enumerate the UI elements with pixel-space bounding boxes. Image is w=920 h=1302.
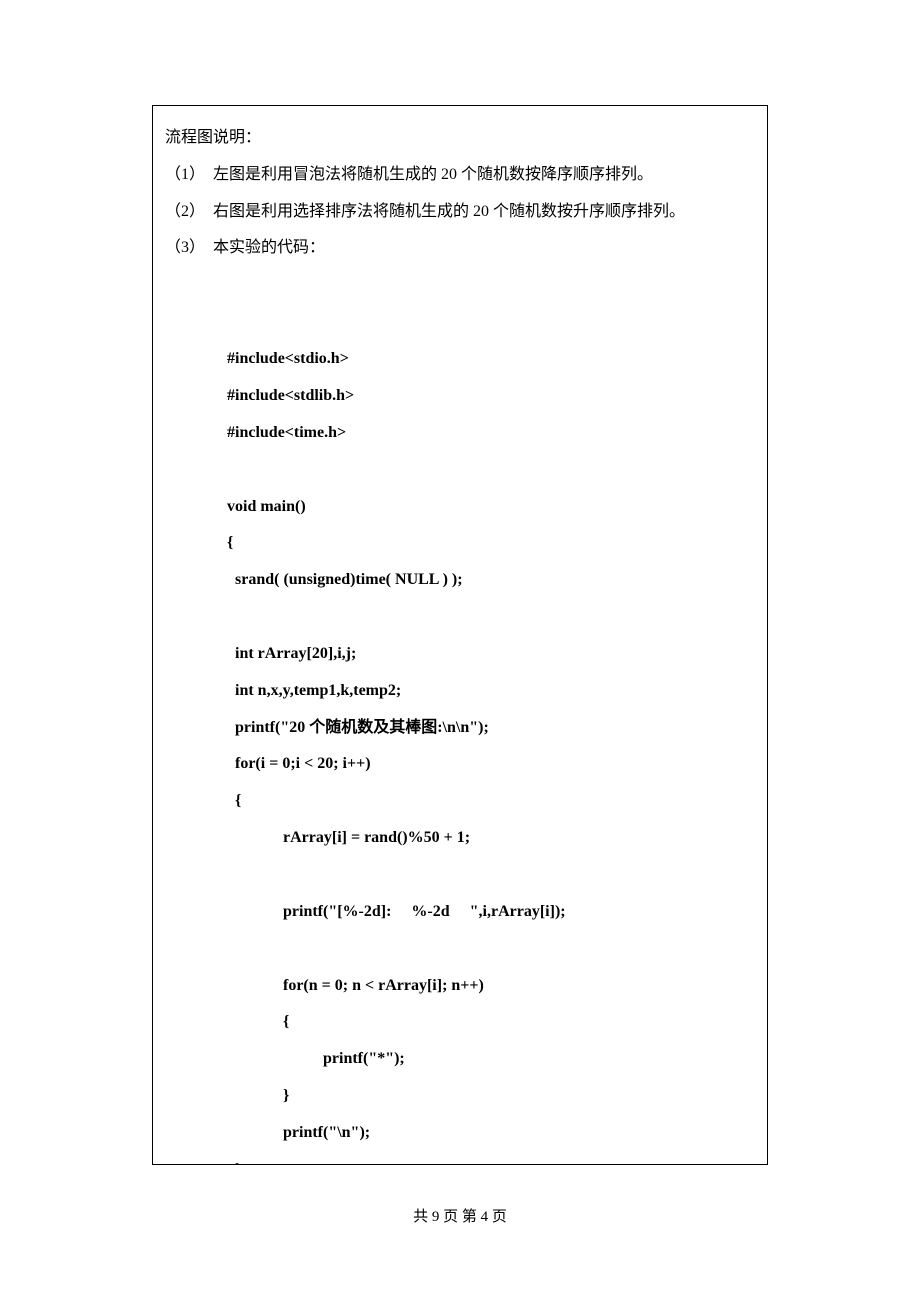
code-line: int n,x,y,temp1,k,temp2; — [165, 673, 755, 710]
page-footer: 共 9 页 第 4 页 — [0, 1200, 920, 1235]
item-text: 右图是利用选择排序法将随机生成的 20 个随机数按升序顺序排列。 — [213, 203, 685, 220]
item-number: （1） — [165, 157, 213, 194]
spacer — [165, 267, 755, 341]
code-line: #include<time.h> — [165, 415, 755, 452]
code-line: for(i = 0;i < 20; i++) — [165, 746, 755, 783]
item-text: 本实验的代码： — [213, 239, 325, 256]
item-number: （2） — [165, 194, 213, 231]
code-line: printf("*"); — [165, 1041, 755, 1078]
code-line: { — [165, 525, 755, 562]
spacer — [165, 931, 755, 968]
code-line: srand( (unsigned)time( NULL ) ); — [165, 562, 755, 599]
list-item-1: （1）左图是利用冒泡法将随机生成的 20 个随机数按降序顺序排列。 — [165, 157, 755, 194]
code-line: { — [165, 783, 755, 820]
spacer — [165, 599, 755, 636]
code-line: int rArray[20],i,j; — [165, 636, 755, 673]
code-line: } — [165, 1152, 755, 1165]
code-line: printf("20 个随机数及其棒图:\n\n"); — [165, 710, 755, 747]
code-line: { — [165, 1004, 755, 1041]
code-line: rArray[i] = rand()%50 + 1; — [165, 820, 755, 857]
code-line: #include<stdlib.h> — [165, 378, 755, 415]
code-line: #include<stdio.h> — [165, 341, 755, 378]
item-text: 左图是利用冒泡法将随机生成的 20 个随机数按降序顺序排列。 — [213, 166, 653, 183]
code-line: void main() — [165, 489, 755, 526]
flowchart-heading: 流程图说明： — [165, 120, 755, 157]
list-item-3: （3）本实验的代码： — [165, 230, 755, 267]
code-line: for(n = 0; n < rArray[i]; n++) — [165, 968, 755, 1005]
document-page: 流程图说明： （1）左图是利用冒泡法将随机生成的 20 个随机数按降序顺序排列。… — [152, 105, 768, 1165]
list-item-2: （2）右图是利用选择排序法将随机生成的 20 个随机数按升序顺序排列。 — [165, 194, 755, 231]
code-line: printf("\n"); — [165, 1115, 755, 1152]
spacer — [165, 452, 755, 489]
code-line: } — [165, 1078, 755, 1115]
spacer — [165, 857, 755, 894]
item-number: （3） — [165, 230, 213, 267]
code-line: printf("[%-2d]: %-2d ",i,rArray[i]); — [165, 894, 755, 931]
